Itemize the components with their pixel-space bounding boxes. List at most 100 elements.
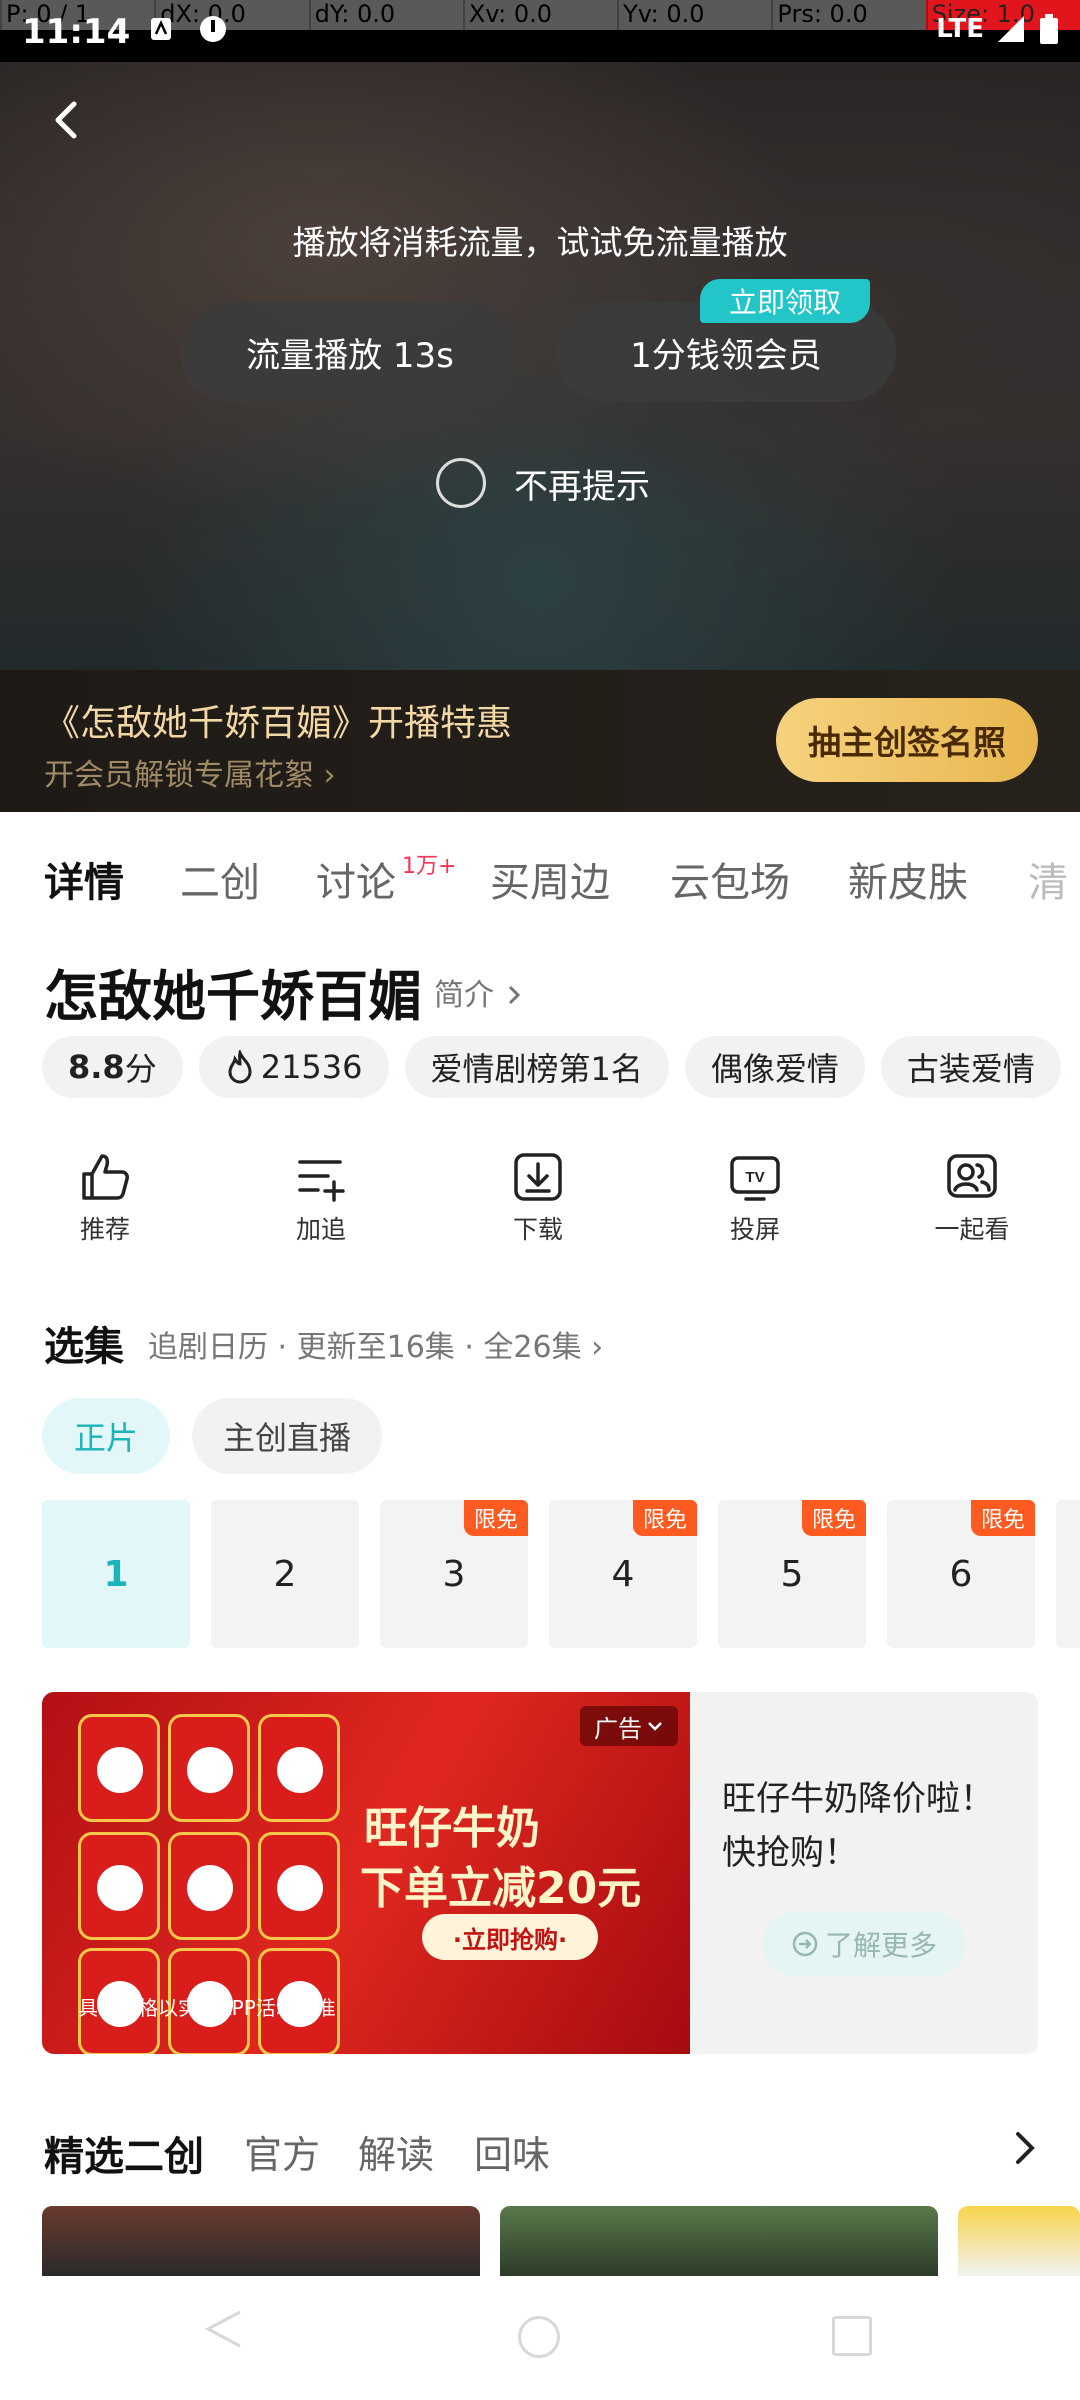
tab-cast-live[interactable]: 主创直播 xyxy=(192,1398,382,1474)
debug-pressure: Prs: 0.0 xyxy=(771,0,925,30)
recommend-label: 推荐 xyxy=(79,1215,130,1244)
tab-merchandise[interactable]: 买周边 xyxy=(490,850,610,908)
sync-icon xyxy=(200,16,226,42)
ad-headline-1: 旺仔牛奶 xyxy=(364,1803,540,1854)
discussion-count-badge: 1万+ xyxy=(402,854,457,879)
arrow-circle-icon xyxy=(792,1931,818,1957)
free-badge: 限免 xyxy=(633,1500,697,1536)
ad-learn-more-button[interactable]: 了解更多 xyxy=(762,1912,966,1976)
intro-link[interactable]: 简介 xyxy=(434,970,524,1014)
episode-number: 6 xyxy=(949,1553,973,1595)
status-bar: P: 0 / 1 dX: 0.0 dY: 0.0 Xv: 0.0 Yv: 0.0… xyxy=(0,0,1080,62)
heat-value: 21536 xyxy=(260,1048,363,1086)
ad-learn-more-label: 了解更多 xyxy=(824,1929,937,1962)
promo-subtitle[interactable]: 开会员解锁专属花絮 › xyxy=(44,750,336,794)
video-thumbnail[interactable] xyxy=(500,2206,938,2276)
svg-text:TV: TV xyxy=(745,1169,764,1186)
ad-buy-button[interactable]: ·立即抢购· xyxy=(422,1914,598,1960)
network-label: LTE xyxy=(936,14,984,44)
signed-photo-draw-button[interactable]: 抽主创签名照 xyxy=(776,698,1038,782)
milk-can-image xyxy=(258,1714,340,1822)
tab-new-skin[interactable]: 新皮肤 xyxy=(848,850,968,908)
flame-icon xyxy=(228,1050,252,1084)
promo-title: 《怎敌她千娇百媚》开播特惠 xyxy=(44,703,513,744)
featured-tab-official[interactable]: 官方 xyxy=(244,2124,320,2179)
ad-description: 旺仔牛奶降价啦！快抢购！ xyxy=(722,1779,994,1873)
episode-item[interactable]: 3 限免 xyxy=(380,1500,528,1648)
notification-icon xyxy=(151,18,171,40)
chevron-right-icon xyxy=(508,985,520,1005)
recommend-button[interactable]: 推荐 xyxy=(30,1150,180,1246)
video-thumbnail[interactable] xyxy=(958,2206,1080,2276)
status-right: LTE xyxy=(936,14,1060,46)
system-nav-bar xyxy=(0,2276,1080,2400)
download-button[interactable]: 下载 xyxy=(463,1150,613,1246)
free-badge: 限免 xyxy=(971,1500,1035,1536)
nav-home-icon[interactable] xyxy=(518,2316,560,2358)
genre-chip-idol-romance[interactable]: 偶像爱情 xyxy=(684,1036,865,1098)
episode-item-partial[interactable] xyxy=(1056,1500,1080,1648)
tab-cloud-screening[interactable]: 云包场 xyxy=(670,850,790,908)
episode-number: 4 xyxy=(611,1553,635,1595)
tab-discussion[interactable]: 讨论 xyxy=(316,850,396,908)
free-badge: 限免 xyxy=(802,1500,866,1536)
show-title: 怎敌她千娇百媚 xyxy=(44,965,422,1028)
no-remind-option[interactable]: 不再提示 xyxy=(436,458,650,508)
data-play-button[interactable]: 流量播放 13s xyxy=(180,302,520,402)
battery-icon xyxy=(1040,14,1058,44)
milk-can-image xyxy=(168,1714,250,1822)
episode-item[interactable]: 2 xyxy=(211,1500,359,1648)
claim-now-tag[interactable]: 立即领取 xyxy=(700,279,870,323)
milk-can-image xyxy=(168,1832,250,1940)
episode-item[interactable]: 1 xyxy=(42,1500,190,1648)
episodes-info-link[interactable]: 追剧日历 · 更新至16集 · 全26集 › xyxy=(148,1322,603,1366)
vip-promo-banner[interactable]: 《怎敌她千娇百媚》开播特惠 开会员解锁专属花絮 › 抽主创签名照 xyxy=(0,670,1080,812)
episode-item[interactable]: 5 限免 xyxy=(718,1500,866,1648)
episode-item[interactable]: 4 限免 xyxy=(549,1500,697,1648)
free-badge: 限免 xyxy=(464,1500,528,1536)
tab-more-cut-off[interactable]: 清 xyxy=(1028,850,1068,908)
chevron-right-icon[interactable] xyxy=(1008,2126,1044,2170)
rating-unit: 分 xyxy=(124,1050,157,1088)
show-tags: 8.8 分 21536 爱情剧榜第1名 偶像爱情 古装爱情 xyxy=(42,1036,1061,1098)
episode-number: 2 xyxy=(273,1553,297,1595)
genre-chip-costume-romance[interactable]: 古装爱情 xyxy=(880,1036,1061,1098)
featured-tab-analysis[interactable]: 解读 xyxy=(358,2124,434,2179)
back-arrow-icon[interactable] xyxy=(40,92,96,148)
ad-label-dropdown[interactable]: 广告 xyxy=(580,1706,678,1746)
follow-button[interactable]: 加追 xyxy=(246,1150,396,1246)
nav-back-icon[interactable] xyxy=(200,2306,246,2352)
ad-disclaimer: 具体价格以实际APP活动为准 xyxy=(78,1996,336,2020)
ad-card[interactable]: 旺仔牛奶 下单立减20元 ·立即抢购· 具体价格以实际APP活动为准 广告 旺仔… xyxy=(42,1692,1038,2054)
episode-number: 3 xyxy=(442,1553,466,1595)
episodes-title: 选集 xyxy=(44,1324,124,1370)
featured-tab-recap[interactable]: 回味 xyxy=(474,2124,550,2179)
player-shade xyxy=(0,62,1080,670)
cast-button[interactable]: TV 投屏 xyxy=(680,1150,830,1246)
episode-number: 1 xyxy=(103,1553,129,1595)
watch-together-icon xyxy=(947,1154,997,1198)
ad-label: 广告 xyxy=(594,1714,642,1743)
ranking-chip[interactable]: 爱情剧榜第1名 xyxy=(404,1036,669,1098)
tab-fan-creations[interactable]: 二创 xyxy=(180,850,260,908)
data-usage-prompt: 播放将消耗流量，试试免流量播放 xyxy=(292,223,788,262)
tab-main-episodes[interactable]: 正片 xyxy=(42,1398,170,1474)
tab-details[interactable]: 详情 xyxy=(44,850,124,908)
no-remind-radio[interactable] xyxy=(436,458,486,508)
signal-icon xyxy=(998,16,1024,42)
episode-item[interactable]: 6 限免 xyxy=(887,1500,1035,1648)
video-player[interactable]: 播放将消耗流量，试试免流量播放 流量播放 13s 1分钱领会员 立即领取 不再提… xyxy=(0,62,1080,670)
ad-image[interactable]: 旺仔牛奶 下单立减20元 ·立即抢购· 具体价格以实际APP活动为准 广告 xyxy=(42,1692,690,2054)
action-row: 推荐 加追 下载 TV 投屏 一起看 xyxy=(0,1150,1080,1260)
download-icon xyxy=(514,1153,562,1201)
watch-together-button[interactable]: 一起看 xyxy=(897,1150,1047,1246)
video-thumbnail[interactable] xyxy=(42,2206,480,2276)
milk-can-image xyxy=(78,1832,160,1940)
debug-yv: Yv: 0.0 xyxy=(617,0,771,30)
debug-xv: Xv: 0.0 xyxy=(462,0,617,30)
status-time: 11:14 xyxy=(22,12,131,52)
nav-recents-icon[interactable] xyxy=(832,2316,872,2356)
milk-can-image xyxy=(258,1832,340,1940)
cast-label: 投屏 xyxy=(729,1215,780,1244)
follow-label: 加追 xyxy=(295,1215,346,1244)
